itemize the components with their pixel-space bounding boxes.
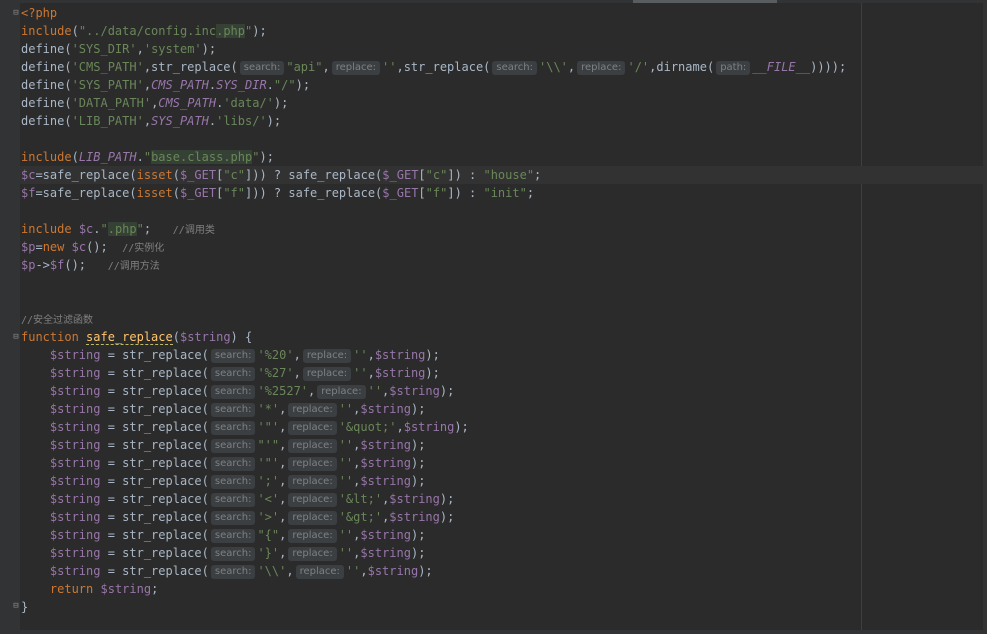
code-line[interactable]: $string = str_replace(search: "{", replace… — [21, 526, 861, 544]
code-line[interactable]: $p=new $c(); //实例化 — [21, 238, 861, 256]
code-line[interactable]: $string = str_replace(search: "'", replace… — [21, 436, 861, 454]
code-line[interactable]: include("../data/config.inc.php"); — [21, 22, 861, 40]
code-line[interactable]: $string = str_replace(search: '%27', repla… — [21, 364, 861, 382]
editor-bottom-edge — [0, 630, 987, 634]
code-line[interactable]: $string = str_replace(search: '>', replace… — [21, 508, 861, 526]
fold-open-icon[interactable]: ⊟ — [12, 9, 20, 18]
code-line[interactable]: $string = str_replace(search: ';', replace… — [21, 472, 861, 490]
vertical-scrollbar[interactable] — [983, 3, 987, 634]
code-line[interactable]: $string = str_replace(search: '}', replace… — [21, 544, 861, 562]
code-line[interactable]: //安全过滤函数 — [21, 310, 861, 328]
code-line[interactable]: define('CMS_PATH',str_replace(search: "ap… — [21, 58, 861, 76]
code-line[interactable] — [21, 274, 861, 292]
code-line[interactable]: include(LIB_PATH."base.class.php"); — [21, 148, 861, 166]
code-line[interactable]: $string = str_replace(search: '"', replace… — [21, 418, 861, 436]
scrollbar-thumb[interactable] — [633, 0, 777, 3]
code-line[interactable]: $string = str_replace(search: '"', replace… — [21, 454, 861, 472]
code-line[interactable]: $c=safe_replace(isset($_GET["c"])) ? saf… — [20, 166, 983, 184]
code-line[interactable]: } — [21, 598, 861, 616]
code-line[interactable]: $string = str_replace(search: '*', replace… — [21, 400, 861, 418]
code-editor[interactable]: ⊟ ⊟ ⊟ <?php include("../data/config.inc.p… — [0, 0, 987, 634]
code-area[interactable]: <?php include("../data/config.inc.php"); d… — [20, 4, 983, 616]
code-line[interactable]: $p->$f(); //调用方法 — [21, 256, 861, 274]
right-margin-guide — [861, 3, 862, 634]
code-line[interactable]: <?php — [21, 4, 861, 22]
code-line[interactable]: $string = str_replace(search: '%2527', rep… — [21, 382, 861, 400]
code-line[interactable]: function safe_replace($string) { — [21, 328, 861, 346]
code-line[interactable]: $f=safe_replace(isset($_GET["f"])) ? saf… — [21, 184, 861, 202]
code-line[interactable]: return $string; — [21, 580, 861, 598]
code-line[interactable] — [21, 202, 861, 220]
code-line[interactable]: define('DATA_PATH',CMS_PATH.'data/'); — [21, 94, 861, 112]
code-line[interactable] — [21, 130, 861, 148]
code-line[interactable]: define('LIB_PATH',SYS_PATH.'libs/'); — [21, 112, 861, 130]
code-line[interactable]: define('SYS_PATH',CMS_PATH.SYS_DIR."/"); — [21, 76, 861, 94]
fold-close-icon[interactable]: ⊟ — [12, 602, 20, 611]
code-line[interactable]: $string = str_replace(search: '<', replace… — [21, 490, 861, 508]
code-line[interactable]: define('SYS_DIR','system'); — [21, 40, 861, 58]
code-line[interactable]: include $c.".php"; //调用类 — [21, 220, 861, 238]
editor-gutter: ⊟ ⊟ ⊟ — [0, 3, 20, 634]
horizontal-scrollbar[interactable] — [0, 0, 987, 3]
fold-open-icon[interactable]: ⊟ — [12, 333, 20, 342]
code-line[interactable]: $string = str_replace(search: '%20', repla… — [21, 346, 861, 364]
code-line[interactable]: $string = str_replace(search: '\\', replac… — [21, 562, 861, 580]
code-line[interactable] — [21, 292, 861, 310]
